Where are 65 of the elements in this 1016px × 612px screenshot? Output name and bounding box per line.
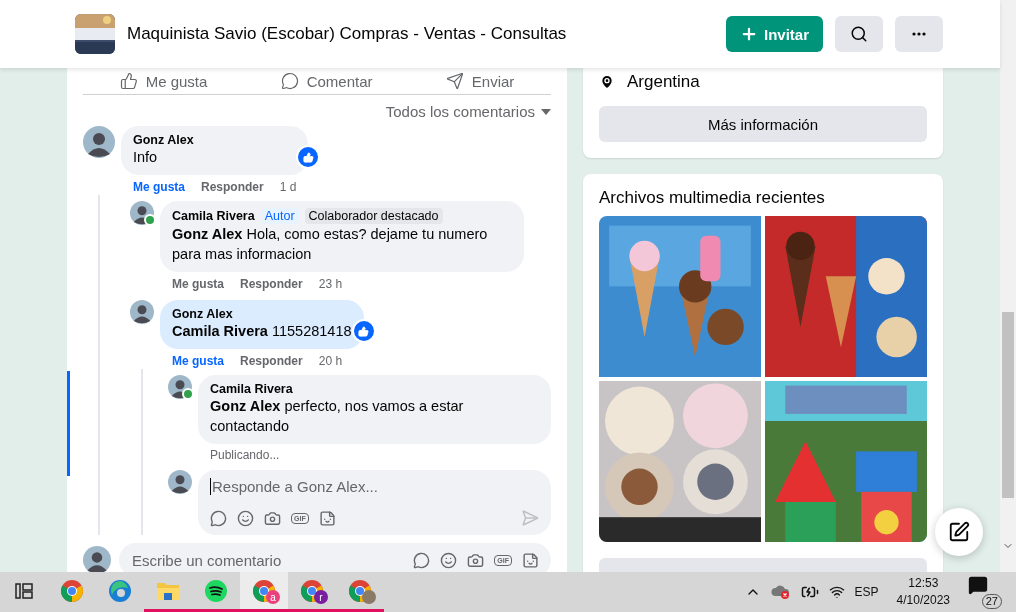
author-badge: Autor (260, 208, 299, 224)
profile-badge: r (314, 590, 328, 604)
send-icon (445, 72, 464, 90)
speech-bubble-icon (280, 72, 299, 90)
author-badge: Colaborador destacado (304, 208, 443, 224)
compose-button[interactable] (935, 508, 983, 556)
search-button[interactable] (835, 16, 883, 52)
posting-status: Publicando... (209, 447, 281, 462)
comment-time: 23 h (318, 277, 343, 291)
invite-button[interactable]: Invitar (726, 16, 823, 52)
wifi-icon[interactable] (828, 584, 845, 600)
comment-text: Camila Rivera 1155281418 (172, 322, 352, 341)
reply-field[interactable]: Responde a Gonz Alex... (210, 478, 539, 495)
comment-time: 1 d (279, 180, 297, 194)
message-icon (968, 575, 988, 595)
post-action-button[interactable]: Enviar (445, 72, 515, 90)
avatar (130, 300, 154, 324)
scrollbar-thumb[interactable] (1002, 312, 1014, 498)
thumbs-up-icon (119, 72, 138, 90)
comment-text: Gonz Alex Hola, como estas? dejame tu numero para mas informacion (172, 225, 489, 264)
emoji-icon[interactable] (440, 551, 458, 569)
reply-link[interactable]: Responder (201, 180, 264, 194)
notifications-button[interactable]: 27 (968, 575, 1002, 609)
comment-text: Gonz Alex perfecto, nos vamos a estar contactando (210, 397, 465, 436)
more-icon (912, 32, 926, 36)
search-icon (850, 25, 868, 43)
browser-icon (108, 578, 132, 603)
comment-author[interactable]: Gonz Alex (172, 307, 233, 321)
browser-icon (60, 578, 84, 603)
like-link[interactable]: Me gusta (172, 354, 224, 368)
comment-author[interactable]: Camila Rivera (210, 382, 293, 396)
avatar (168, 470, 192, 494)
more-info-button[interactable]: Más información (599, 106, 927, 142)
group-title: Maquinista Savio (Escobar) Compras - Ventas - Consultas (127, 24, 568, 44)
taskbar-app[interactable]: r (288, 572, 336, 612)
task-view-icon (14, 580, 34, 601)
avatar (83, 546, 111, 572)
comment-author[interactable]: Gonz Alex (133, 133, 194, 147)
music-app-icon (204, 578, 228, 603)
avatar (83, 126, 115, 158)
emoji-icon[interactable] (237, 509, 254, 527)
plus-icon (740, 25, 758, 43)
camera-icon[interactable] (467, 551, 485, 569)
reply-link[interactable]: Responder (240, 354, 303, 368)
language-indicator[interactable]: ESP (854, 585, 879, 599)
post-action-button[interactable]: Me gusta (119, 72, 208, 90)
camera-icon[interactable] (264, 509, 281, 527)
comment-time: 20 h (318, 354, 343, 368)
edit-icon (948, 521, 970, 543)
like-link[interactable]: Me gusta (133, 180, 185, 194)
cloud-error-icon[interactable] (770, 584, 791, 600)
like-link[interactable]: Me gusta (172, 277, 224, 291)
clock[interactable]: 12:53 4/10/2023 (888, 575, 958, 609)
card-title: Archivos multimedia recientes (599, 188, 826, 208)
caret-icon (541, 108, 551, 115)
location-text: Argentina (627, 72, 700, 92)
comment-text: Info (133, 148, 159, 167)
profile-badge: a (266, 590, 280, 604)
profile-avatar (362, 590, 376, 604)
reply-link[interactable]: Responder (240, 277, 303, 291)
comment-author[interactable]: Camila Rivera (172, 209, 255, 223)
post-action-button[interactable]: Comentar (280, 72, 373, 90)
taskbar-app[interactable]: a (240, 572, 288, 612)
location-icon (599, 74, 615, 90)
comment-filter[interactable]: Todos los comentarios (385, 103, 551, 120)
